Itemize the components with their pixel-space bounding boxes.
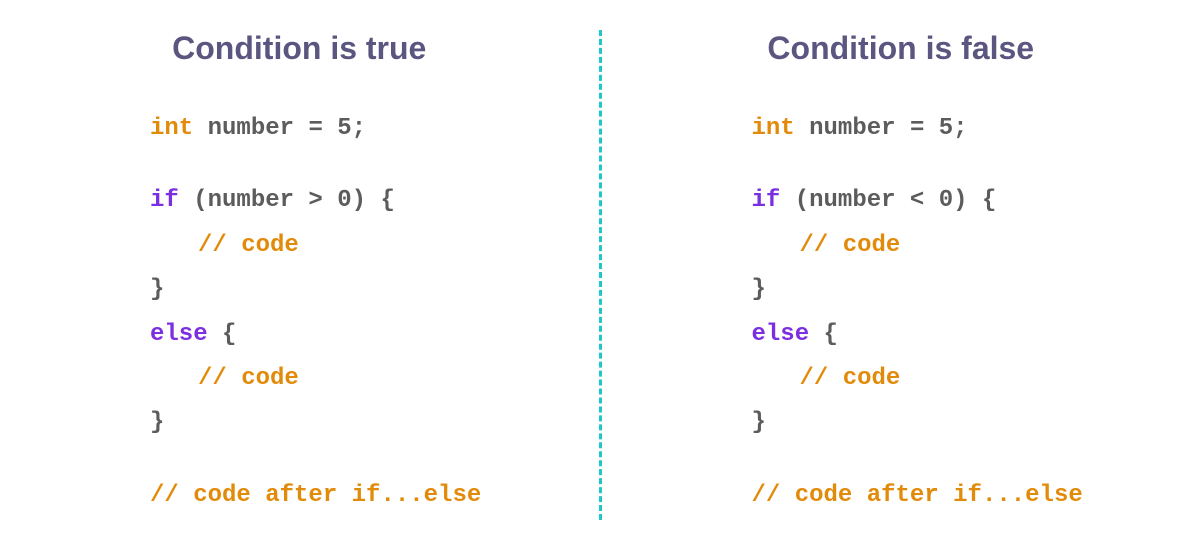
right-panel: Condition is false int number = 5; if (n… — [622, 30, 1181, 518]
else-close: } — [752, 401, 1141, 445]
left-title: Condition is true — [60, 30, 539, 67]
right-title: Condition is false — [662, 30, 1141, 67]
diagram-container: Condition is true int number = 5; if (nu… — [0, 0, 1200, 554]
else-keyword: else — [752, 321, 810, 348]
type-keyword: int — [150, 115, 193, 142]
after-line: // code after if...else — [752, 474, 1141, 518]
decl-line: int number = 5; — [150, 107, 539, 151]
else-keyword: else — [150, 321, 208, 348]
if-cond: (number < 0) { — [780, 187, 996, 214]
if-line: if (number < 0) { — [752, 179, 1141, 223]
if-body: // code — [752, 224, 1141, 268]
blank-line — [752, 446, 1141, 474]
if-keyword: if — [752, 187, 781, 214]
if-close: } — [752, 268, 1141, 312]
blank-line — [150, 446, 539, 474]
center-divider — [599, 30, 602, 520]
right-code-block: int number = 5; if (number < 0) { // cod… — [752, 107, 1141, 518]
else-line: else { — [150, 313, 539, 357]
after-line: // code after if...else — [150, 474, 539, 518]
decl-text: number = 5; — [795, 115, 968, 142]
else-line: else { — [752, 313, 1141, 357]
if-line: if (number > 0) { — [150, 179, 539, 223]
decl-line: int number = 5; — [752, 107, 1141, 151]
if-keyword: if — [150, 187, 179, 214]
if-cond: (number > 0) { — [179, 187, 395, 214]
else-close: } — [150, 401, 539, 445]
left-panel: Condition is true int number = 5; if (nu… — [20, 30, 579, 518]
left-code-block: int number = 5; if (number > 0) { // cod… — [150, 107, 539, 518]
decl-text: number = 5; — [193, 115, 366, 142]
else-body: // code — [752, 357, 1141, 401]
blank-line — [752, 151, 1141, 179]
if-body: // code — [150, 224, 539, 268]
if-close: } — [150, 268, 539, 312]
blank-line — [150, 151, 539, 179]
else-body: // code — [150, 357, 539, 401]
type-keyword: int — [752, 115, 795, 142]
